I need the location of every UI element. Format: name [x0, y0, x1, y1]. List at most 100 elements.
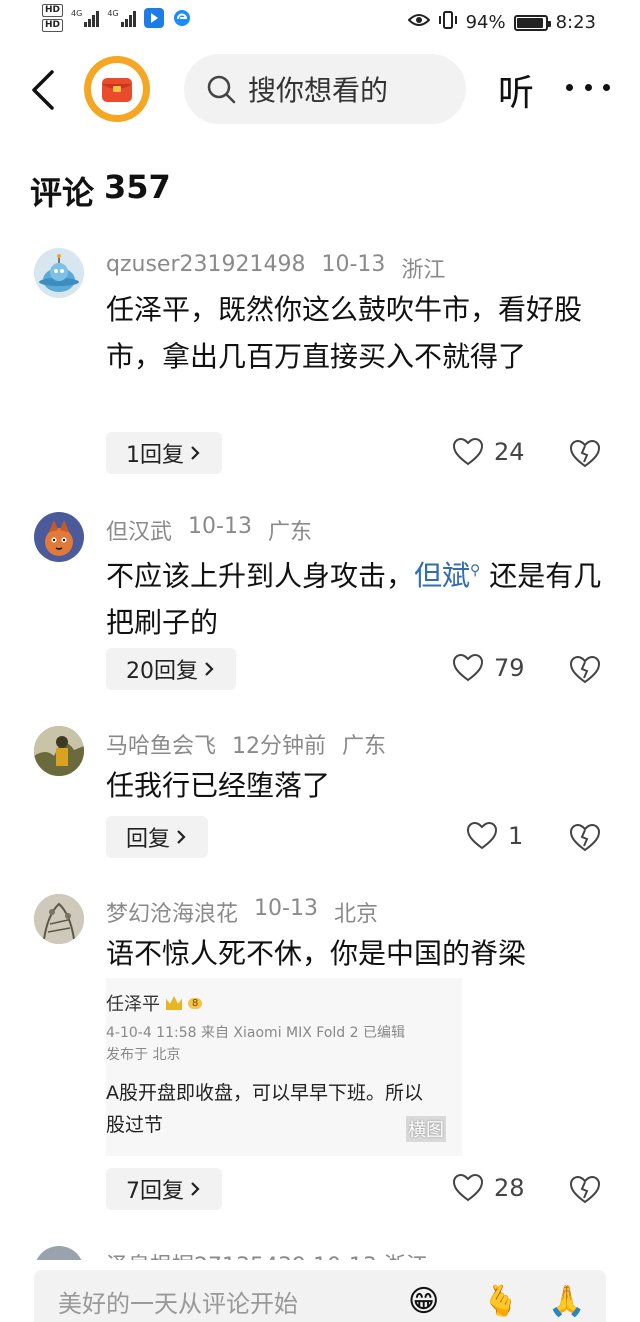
image-text-line: 股过节 — [106, 1114, 164, 1136]
replies-button[interactable]: 7回复 — [106, 1168, 222, 1210]
like-button[interactable]: 79 — [452, 653, 525, 683]
image-timestamp: 4-10-4 11:58 来自 Xiaomi MIX Fold 2 已编辑 — [106, 1025, 405, 1041]
dislike-button[interactable] — [568, 655, 602, 685]
grin-emoji-button[interactable]: 😁 — [408, 1284, 439, 1320]
broken-heart-icon — [569, 1175, 601, 1204]
more-dot-icon — [584, 83, 592, 91]
red-envelope-icon — [102, 78, 132, 102]
chevron-right-icon — [191, 1182, 200, 1196]
broken-heart-icon — [569, 655, 601, 684]
comment-username[interactable]: 但汉武 — [106, 514, 172, 546]
status-bar: HD HD 4G 4G 94% 8:23 — [0, 0, 640, 44]
comment-image[interactable]: 任泽平 8 4-10-4 11:58 来自 Xiaomi MIX Fold 2 … — [106, 978, 462, 1156]
search-bar[interactable]: 搜你想看的 — [184, 54, 466, 124]
chevron-right-icon — [177, 830, 186, 844]
landscape-badge: 横图 — [406, 1116, 446, 1142]
comments-count: 357 — [104, 168, 171, 206]
comment-date: 10-13 — [188, 514, 252, 539]
comments-heading: 评论 357 — [30, 168, 171, 214]
comment-date: 10-13 — [321, 252, 386, 277]
comment-input[interactable]: 美好的一天从评论开始 😁 🫰 🙏 — [34, 1270, 606, 1322]
signal-icon: 4G — [107, 9, 136, 27]
comment-date: 12分钟前 — [232, 734, 327, 759]
broken-heart-icon — [569, 823, 601, 852]
comment-location: 广东 — [342, 734, 387, 759]
comment-input-bar: 美好的一天从评论开始 😁 🫰 🙏 — [0, 1260, 640, 1322]
pray-emoji-button[interactable]: 🙏 — [548, 1284, 585, 1320]
avatar[interactable] — [34, 894, 84, 944]
browser-notification-icon — [171, 8, 192, 28]
heart-icon — [452, 437, 484, 466]
like-button[interactable]: 1 — [466, 821, 523, 851]
more-dot-icon — [603, 83, 610, 91]
eye-icon — [407, 12, 430, 33]
image-author: 任泽平 — [106, 994, 160, 1015]
back-button[interactable] — [26, 68, 62, 112]
avatar[interactable] — [34, 726, 84, 776]
app-logo[interactable] — [84, 56, 150, 122]
comment-input-placeholder: 美好的一天从评论开始 — [58, 1290, 298, 1318]
avatar[interactable] — [34, 512, 84, 562]
comment-meta: 但汉武 10-13 广东 — [106, 514, 312, 546]
chevron-right-icon — [191, 446, 200, 460]
clock: 8:23 — [555, 12, 596, 33]
more-dot-icon — [566, 83, 573, 91]
replies-button[interactable]: 20回复 — [106, 648, 236, 690]
vibrate-icon — [438, 10, 458, 35]
comment-location: 浙江 — [401, 258, 446, 283]
hd-badge: HD — [42, 19, 64, 32]
comment-location: 北京 — [333, 902, 378, 927]
image-header: 任泽平 8 — [106, 990, 203, 1016]
status-right: 94% 8:23 — [407, 10, 596, 35]
like-count: 1 — [508, 822, 524, 850]
comments-heading-label: 评论 — [30, 174, 95, 212]
replies-button[interactable]: 1回复 — [106, 432, 222, 474]
comment-location: 广东 — [267, 520, 312, 545]
level-badge: 8 — [188, 997, 203, 1009]
hd-indicators: HD HD — [42, 4, 64, 32]
mention-link[interactable]: 但斌⚲ — [414, 559, 480, 592]
image-location: 发布于 北京 — [106, 1047, 181, 1063]
dislike-button[interactable] — [568, 1175, 602, 1205]
like-count: 24 — [494, 438, 525, 466]
battery-icon — [513, 14, 551, 31]
chevron-left-icon — [32, 70, 54, 110]
comment-date: 10-13 — [254, 896, 318, 921]
like-button[interactable]: 24 — [452, 437, 525, 467]
replies-button[interactable]: 回复 — [106, 816, 209, 858]
search-placeholder: 搜你想看的 — [248, 74, 389, 107]
comment-text: 语不惊人死不休，你是中国的脊梁 — [106, 937, 527, 970]
finger-heart-emoji-button[interactable]: 🫰 — [482, 1284, 519, 1320]
comment-username[interactable]: 马哈鱼会飞 — [106, 728, 216, 760]
replies-label: 20回复 — [126, 659, 198, 684]
like-button[interactable]: 28 — [452, 1173, 525, 1203]
replies-label: 7回复 — [126, 1179, 184, 1204]
comment-text: 不应该上升到人身攻击，但斌⚲ 还是有几把刷子的 — [106, 548, 606, 646]
comment-text-part: 不应该上升到人身攻击， — [106, 559, 415, 593]
like-count: 79 — [494, 654, 525, 682]
comment-text: 任我行已经堕落了 — [106, 769, 331, 802]
avatar[interactable] — [34, 248, 84, 298]
replies-label: 1回复 — [126, 443, 184, 468]
listen-button[interactable]: 听 — [498, 64, 534, 116]
search-small-icon: ⚲ — [470, 563, 481, 579]
top-nav: 搜你想看的 听 — [0, 50, 640, 130]
hd-badge: HD — [42, 4, 64, 17]
like-count: 28 — [494, 1174, 525, 1202]
comment-username[interactable]: qzuser231921498 — [106, 252, 305, 284]
comment-meta: qzuser231921498 10-13 浙江 — [106, 252, 445, 284]
app-notification-icon — [143, 8, 164, 28]
replies-label: 回复 — [126, 827, 171, 852]
status-left: HD HD 4G 4G — [42, 4, 192, 32]
heart-icon — [452, 653, 484, 682]
crown-icon — [166, 996, 182, 1010]
comment-username[interactable]: 梦幻沧海浪花 — [106, 896, 238, 928]
dislike-button[interactable] — [568, 823, 602, 853]
more-menu-button[interactable] — [566, 62, 610, 112]
mention-name: 但斌 — [414, 559, 471, 593]
dislike-button[interactable] — [568, 439, 602, 469]
heart-icon — [466, 821, 498, 850]
broken-heart-icon — [569, 439, 601, 468]
search-icon — [207, 75, 236, 104]
battery-fill — [516, 17, 543, 28]
